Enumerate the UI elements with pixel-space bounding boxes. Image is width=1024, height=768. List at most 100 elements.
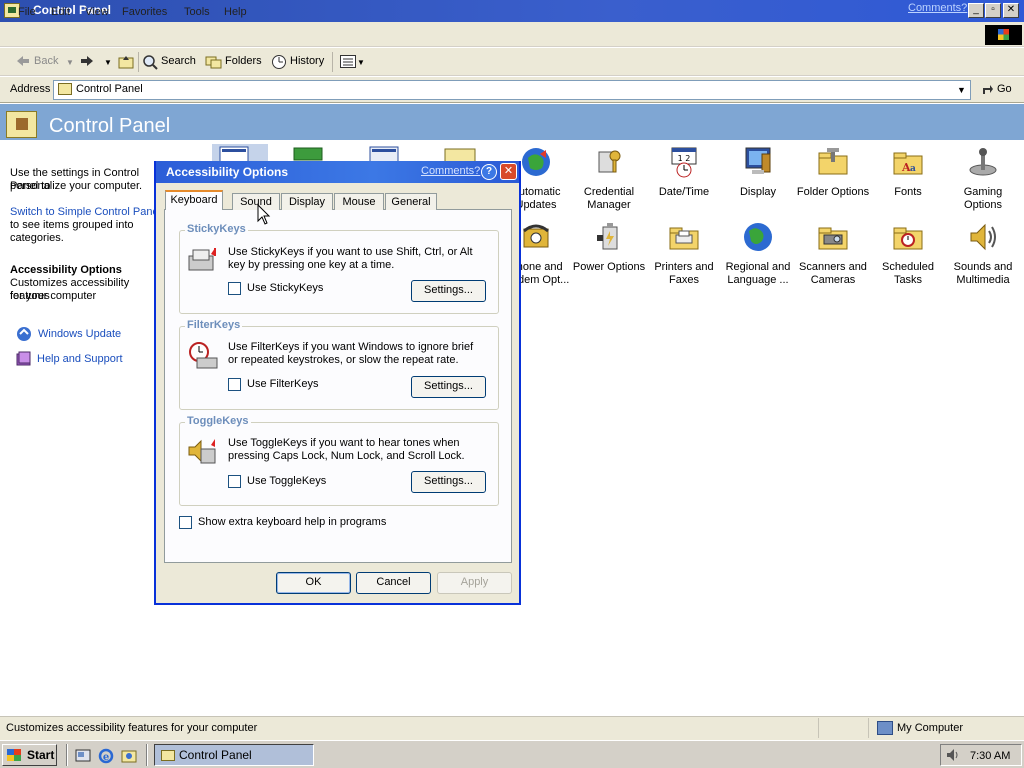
ok-button[interactable]: OK: [276, 572, 351, 594]
togglekeys-settings-button[interactable]: Settings...: [411, 471, 486, 493]
help-support-link[interactable]: Help and Support: [37, 353, 123, 365]
menu-help[interactable]: Help: [224, 6, 247, 18]
selected-item-desc-line2: for your computer: [10, 290, 97, 302]
views-dropdown-icon[interactable]: ▼: [357, 58, 365, 67]
phone-modem-icon: [523, 224, 549, 248]
dialog-help-button[interactable]: ?: [481, 164, 497, 180]
switch-view-link[interactable]: Switch to Simple Control Panel: [10, 206, 170, 219]
item-label-line1: Power Options: [572, 261, 646, 273]
accessibility-options-icon[interactable]: [218, 146, 250, 162]
search-button[interactable]: Search: [161, 55, 196, 67]
cp-item-display[interactable]: Display: [718, 146, 798, 199]
item-label-line1: Sounds and: [953, 261, 1013, 273]
internet-explorer-icon[interactable]: e: [98, 748, 114, 764]
use-togglekeys-checkbox[interactable]: [228, 475, 241, 488]
add-remove-programs-icon[interactable]: [368, 146, 400, 162]
switch-view-desc-line2: categories.: [10, 232, 64, 244]
stickykeys-settings-button[interactable]: Settings...: [411, 280, 486, 302]
filterkeys-settings-button[interactable]: Settings...: [411, 376, 486, 398]
menu-file[interactable]: File: [18, 6, 36, 18]
menu-tools[interactable]: Tools: [184, 6, 210, 18]
address-dropdown-icon[interactable]: ▼: [953, 81, 970, 99]
item-label-line1: Credential: [583, 186, 635, 198]
tab-general[interactable]: General: [385, 193, 437, 210]
comments-link[interactable]: Comments?: [908, 2, 967, 14]
status-separator: [868, 718, 869, 738]
close-button[interactable]: ✕: [1003, 3, 1019, 18]
cp-item-sounds-multimedia[interactable]: Sounds and Multimedia: [943, 221, 1023, 287]
history-button[interactable]: History: [290, 55, 324, 67]
power-options-icon: [597, 223, 618, 250]
menu-edit[interactable]: Edit: [51, 6, 70, 18]
tab-display[interactable]: Display: [281, 193, 333, 210]
credential-manager-icon: [598, 150, 621, 173]
add-hardware-icon[interactable]: [292, 146, 324, 162]
back-arrow-icon: [17, 56, 29, 66]
apply-button[interactable]: Apply: [437, 572, 512, 594]
use-filterkeys-label[interactable]: Use FilterKeys: [247, 378, 319, 390]
use-togglekeys-label[interactable]: Use ToggleKeys: [247, 475, 326, 487]
cp-item-scheduled-tasks[interactable]: Scheduled Tasks: [868, 221, 948, 287]
use-stickykeys-checkbox[interactable]: [228, 282, 241, 295]
page-title: Control Panel: [49, 115, 171, 137]
taskbar-control-panel-button[interactable]: Control Panel: [154, 744, 314, 766]
cancel-button[interactable]: Cancel: [356, 572, 431, 594]
cp-item-regional-language[interactable]: Regional and Language ...: [718, 221, 798, 287]
cp-item-fonts[interactable]: Aa Fonts: [868, 146, 948, 199]
tab-mouse[interactable]: Mouse: [334, 193, 384, 210]
menu-view[interactable]: View: [85, 6, 109, 18]
cp-item-credential-manager[interactable]: Credential Manager: [569, 146, 649, 212]
item-label-line2: Manager: [587, 199, 631, 211]
item-label-line1: Gaming: [963, 186, 1003, 198]
selected-item-title: Accessibility Options: [10, 264, 122, 276]
item-label-line1: Fonts: [894, 186, 922, 198]
forward-dropdown-icon[interactable]: ▼: [104, 58, 112, 67]
cp-item-power-options[interactable]: Power Options: [569, 221, 649, 274]
control-panel-small-icon: [58, 83, 72, 95]
windows-update-link[interactable]: Windows Update: [38, 328, 121, 340]
filterkeys-description: Use FilterKeys if you want Windows to ig…: [228, 341, 474, 366]
extra-keyboard-help-label[interactable]: Show extra keyboard help in programs: [198, 516, 386, 528]
item-label-line1: Scheduled: [882, 261, 934, 273]
volume-icon[interactable]: [946, 748, 958, 762]
item-label-line1: Folder Options: [796, 186, 870, 198]
cp-item-scanners-cameras[interactable]: Scanners and Cameras: [793, 221, 873, 287]
help-support-icon: [16, 351, 31, 366]
use-filterkeys-checkbox[interactable]: [228, 378, 241, 391]
status-zone: My Computer: [897, 722, 964, 734]
minimize-button[interactable]: _: [968, 3, 984, 18]
up-folder-icon[interactable]: [118, 54, 134, 69]
cp-item-gaming-options[interactable]: Gaming Options: [943, 146, 1023, 212]
menu-favorites[interactable]: Favorites: [122, 6, 167, 18]
clock[interactable]: 7:30 AM: [970, 750, 1010, 762]
dialog-title: Accessibility Options: [166, 165, 289, 179]
forward-arrow-icon[interactable]: [80, 55, 94, 67]
status-separator: [818, 718, 819, 738]
tab-keyboard[interactable]: Keyboard: [165, 190, 223, 210]
go-button[interactable]: Go: [997, 83, 1012, 95]
automatic-updates-icon: [522, 148, 550, 176]
menu-bar: [0, 22, 1024, 47]
cp-item-printers-faxes[interactable]: Printers and Faxes: [644, 221, 724, 287]
display-icon: [745, 147, 771, 174]
cp-item-folder-options[interactable]: Folder Options: [793, 146, 873, 199]
item-label-line2: Cameras: [810, 274, 856, 286]
administrative-tools-icon[interactable]: [444, 148, 476, 162]
cp-item-date-time[interactable]: 1 2 Date/Time: [644, 146, 724, 199]
mouse-cursor-icon: [257, 204, 271, 225]
windows-logo-icon: [7, 749, 21, 761]
back-button[interactable]: Back: [34, 55, 58, 67]
extra-keyboard-help-checkbox[interactable]: [179, 516, 192, 529]
show-desktop-icon[interactable]: [75, 748, 91, 764]
folders-button[interactable]: Folders: [225, 55, 262, 67]
views-icon[interactable]: [340, 55, 356, 68]
windows-explorer-icon[interactable]: [121, 748, 137, 764]
address-value[interactable]: Control Panel: [76, 83, 143, 95]
back-dropdown-icon[interactable]: ▼: [66, 58, 74, 67]
use-stickykeys-label[interactable]: Use StickyKeys: [247, 282, 323, 294]
restore-button[interactable]: ▫: [985, 3, 1001, 18]
switch-view-desc-line1: to see items grouped into: [10, 219, 134, 231]
dialog-close-button[interactable]: ✕: [500, 163, 517, 180]
address-field[interactable]: [53, 80, 971, 100]
dialog-comments-link[interactable]: Comments?: [421, 165, 480, 177]
